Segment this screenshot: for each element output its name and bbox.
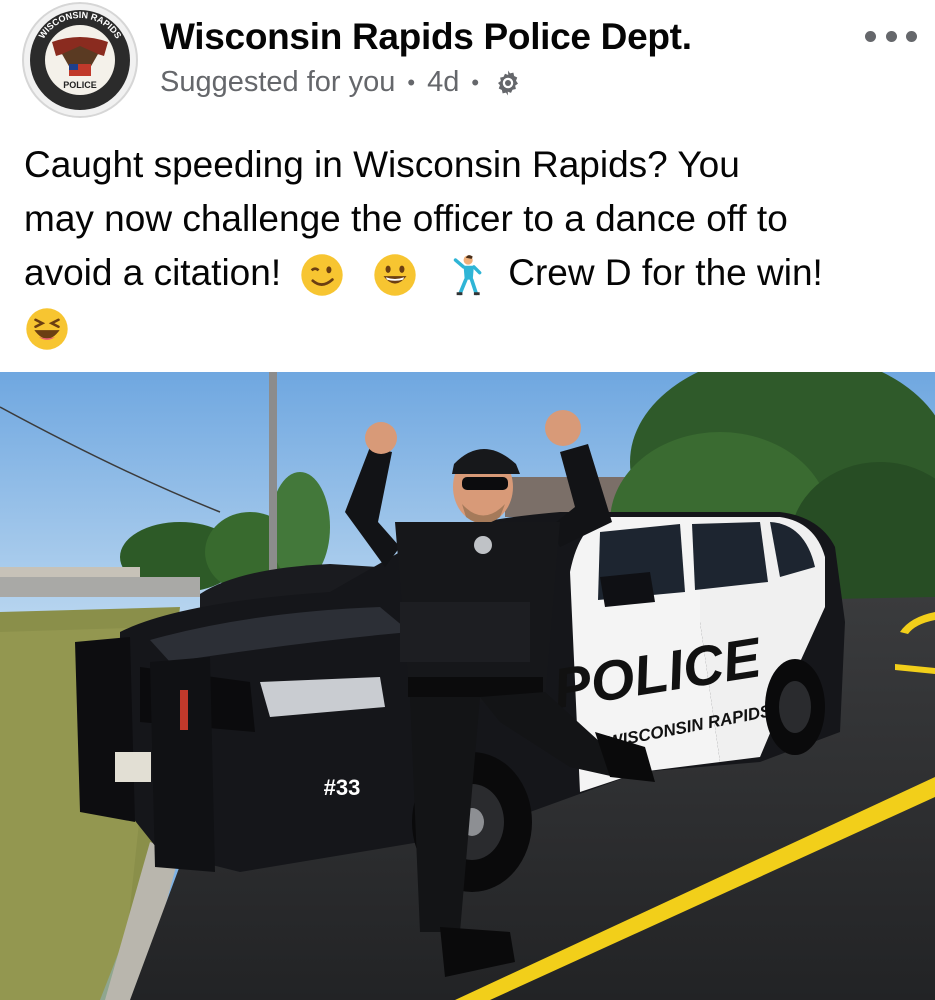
post-photo[interactable]: POLICE WISCONSIN RAPIDS #33 [0,372,935,1000]
winking-face-icon [301,254,344,296]
post-line-1: Caught speeding in Wisconsin Rapids? You [24,144,740,185]
post-header: POLICE WISCONSIN RAPIDS Wisconsin Rapids… [0,0,935,120]
meta-separator-2: • [471,69,480,95]
page-name-link[interactable]: Wisconsin Rapids Police Dept. [160,16,692,58]
logo-ring-bottom: POLICE [63,80,97,90]
suggested-label: Suggested for you [160,66,396,98]
post-body: Caught speeding in Wisconsin Rapids? You… [24,138,914,354]
post-line-4 [24,300,914,354]
post-timestamp[interactable]: 4d [427,66,459,99]
laughing-face-icon [26,308,68,350]
post-meta: Suggested for you • 4d • [160,66,523,99]
meta-separator: • [407,69,416,95]
more-options-icon[interactable] [865,24,917,48]
post-line-3-start: avoid a citation! [24,252,282,293]
post-line-2: may now challenge the officer to a dance… [24,198,788,239]
post-line-3: avoid a citation! Crew D for the win! [24,246,914,300]
unit-number-text: #33 [324,775,361,800]
gear-icon[interactable] [493,68,523,98]
grinning-face-icon [373,254,416,296]
dancing-man-icon [453,255,482,296]
post-line-3-end: Crew D for the win! [508,252,823,293]
page-avatar[interactable]: POLICE WISCONSIN RAPIDS [20,2,140,118]
